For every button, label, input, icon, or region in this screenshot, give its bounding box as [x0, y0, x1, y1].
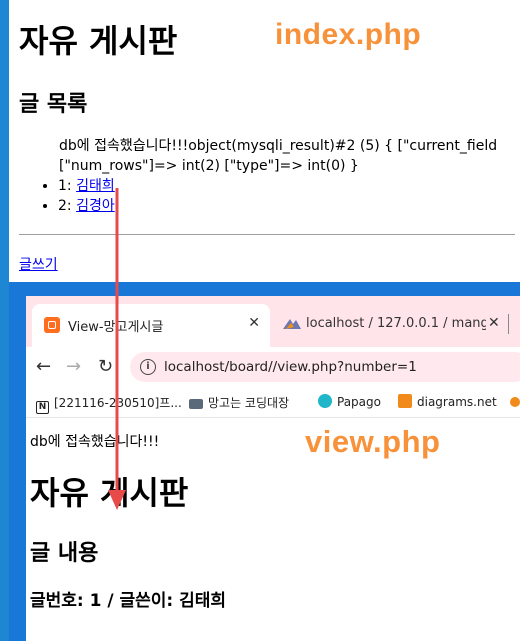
- notion-icon: N: [36, 401, 49, 414]
- bookmark-papago[interactable]: Papago: [318, 394, 381, 409]
- debug-output: db에 접속했습니다!!!object(mysqli_result)#2 (5)…: [59, 136, 520, 176]
- post-number: 1:: [58, 178, 72, 194]
- desktop-edge: [0, 0, 9, 641]
- close-icon[interactable]: ✕: [248, 315, 260, 331]
- browser-window-frame: View-망고게시글 ✕ localhost / 127.0.0.1 / man…: [9, 282, 520, 641]
- index-page: 자유 게시판 index.php 글 목록 db에 접속했습니다!!!objec…: [0, 0, 520, 282]
- monitor-icon: [189, 399, 203, 409]
- tab-bar: View-망고게시글 ✕ localhost / 127.0.0.1 / man…: [26, 296, 520, 347]
- browser-toolbar: ← → ↻ i localhost/board//view.php?number…: [26, 347, 520, 387]
- bookmark-label: Papago: [337, 395, 381, 409]
- view-php-annotation: view.php: [305, 424, 441, 459]
- page-title: 자유 게시판: [19, 22, 178, 60]
- debug-line-2: ["num_rows"]=> int(2) ["type"]=> int(0) …: [59, 158, 359, 174]
- bookmark-notion[interactable]: N [221116-230510]프...: [36, 394, 182, 414]
- close-icon[interactable]: ✕: [488, 315, 500, 331]
- post-number: 2:: [58, 198, 72, 214]
- browser-window: View-망고게시글 ✕ localhost / 127.0.0.1 / man…: [26, 296, 520, 641]
- bookmark-more[interactable]: [510, 394, 520, 408]
- bookmark-label: [221116-230510]프...: [54, 396, 182, 410]
- post-content-heading: 글 내용: [30, 541, 99, 566]
- info-icon[interactable]: i: [140, 359, 156, 375]
- post-link-2[interactable]: 김경아: [76, 198, 115, 214]
- post-list: 1: 김태희 2: 김경아: [18, 176, 115, 216]
- phpmyadmin-icon: [283, 319, 301, 329]
- url-text[interactable]: localhost/board//view.php?number=1: [164, 359, 417, 375]
- bookmarks-bar: N [221116-230510]프... 망고는 코딩대장 Papago dia…: [26, 387, 520, 418]
- diagrams-icon: [398, 394, 412, 408]
- bookmark-mango[interactable]: 망고는 코딩대장: [189, 394, 289, 411]
- bookmark-label: 망고는 코딩대장: [208, 396, 290, 410]
- forward-arrow-icon[interactable]: →: [66, 356, 81, 377]
- tab-view[interactable]: View-망고게시글 ✕: [32, 304, 270, 347]
- divider: [19, 234, 515, 235]
- tab-title: localhost / 127.0.0.1 / mango_b: [306, 316, 486, 331]
- bookmark-diagrams[interactable]: diagrams.net: [398, 394, 497, 409]
- index-php-annotation: index.php: [275, 18, 422, 51]
- address-bar[interactable]: i localhost/board//view.php?number=1: [130, 352, 520, 382]
- debug-line-1: db에 접속했습니다!!!object(mysqli_result)#2 (5)…: [59, 138, 498, 154]
- post-meta: 글번호: 1 / 글쓴이: 김태희: [30, 591, 227, 611]
- list-item: 2: 김경아: [58, 196, 115, 216]
- reload-icon[interactable]: ↻: [98, 356, 113, 377]
- tab-title: View-망고게시글: [68, 320, 164, 335]
- view-page: db에 접속했습니다!!! 자유 게시판 글 내용 글번호: 1 / 글쓴이: …: [26, 418, 520, 641]
- post-link-1[interactable]: 김태희: [76, 178, 115, 194]
- list-item: 1: 김태희: [58, 176, 115, 196]
- back-arrow-icon[interactable]: ←: [36, 356, 51, 377]
- post-list-heading: 글 목록: [19, 92, 88, 117]
- bookmark-icon: [510, 397, 520, 407]
- debug-output: db에 접속했습니다!!!: [30, 434, 160, 450]
- mango-favicon-icon: [44, 317, 60, 333]
- papago-icon: [318, 394, 332, 408]
- tab-phpmyadmin[interactable]: localhost / 127.0.0.1 / mango_b ✕: [276, 304, 514, 347]
- write-post-link[interactable]: 글쓰기: [19, 254, 58, 274]
- page-title: 자유 게시판: [30, 474, 189, 512]
- bookmark-label: diagrams.net: [417, 395, 497, 409]
- tab-separator: [508, 314, 509, 334]
